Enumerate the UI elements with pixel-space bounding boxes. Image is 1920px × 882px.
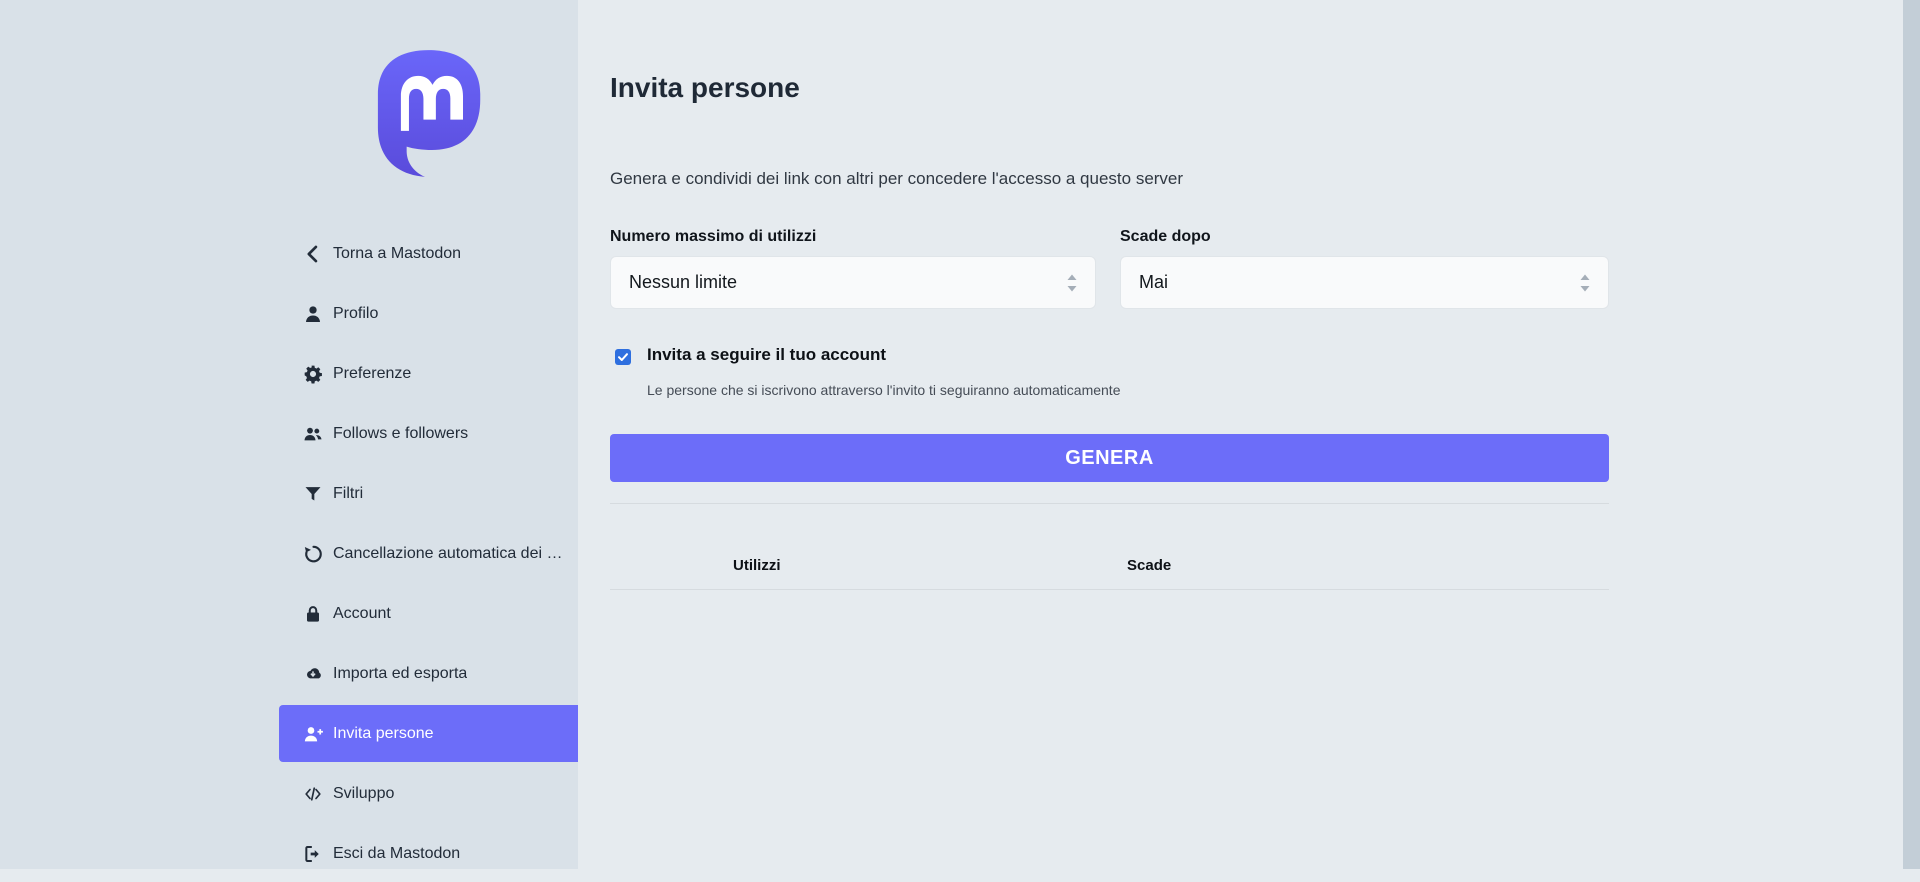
page-title: Invita persone — [610, 72, 800, 104]
sidebar-item-development[interactable]: Sviluppo — [279, 765, 578, 822]
check-icon — [617, 351, 629, 363]
mastodon-logo[interactable] — [371, 49, 486, 178]
sidebar-item-follows-followers[interactable]: Follows e followers — [279, 405, 578, 462]
sidebar-item-label: Importa ed esporta — [333, 665, 467, 683]
expires-after-selected-value: Mai — [1139, 272, 1168, 293]
sidebar-item-profile[interactable]: Profilo — [279, 285, 578, 342]
sidebar-item-label: Cancellazione automatica dei … — [333, 545, 562, 563]
sidebar-item-label: Follows e followers — [333, 425, 468, 443]
cloud-download-icon — [303, 664, 323, 684]
sidebar-item-label: Profilo — [333, 305, 378, 323]
history-icon — [303, 544, 323, 564]
sidebar-item-label: Esci da Mastodon — [333, 845, 460, 863]
settings-sidebar: Torna a Mastodon Profilo Preferenze Foll… — [0, 0, 578, 869]
lock-icon — [303, 604, 323, 624]
select-spinner-icon — [1578, 272, 1592, 294]
filter-icon — [303, 484, 323, 504]
sidebar-item-label: Filtri — [333, 485, 363, 503]
table-top-divider — [610, 503, 1609, 504]
sidebar-item-label: Invita persone — [333, 725, 434, 743]
gear-icon — [303, 364, 323, 384]
sidebar-item-logout[interactable]: Esci da Mastodon — [279, 825, 578, 882]
autofollow-checkbox[interactable] — [615, 349, 631, 365]
sidebar-item-import-export[interactable]: Importa ed esporta — [279, 645, 578, 702]
user-plus-icon — [303, 724, 323, 744]
sidebar-item-filters[interactable]: Filtri — [279, 465, 578, 522]
max-uses-selected-value: Nessun limite — [629, 272, 737, 293]
sidebar-item-account[interactable]: Account — [279, 585, 578, 642]
page-scrollbar[interactable] — [1903, 0, 1920, 869]
expires-after-select[interactable]: Mai — [1120, 256, 1609, 309]
sidebar-item-back-to-mastodon[interactable]: Torna a Mastodon — [279, 225, 578, 282]
sign-out-icon — [303, 844, 323, 864]
sidebar-item-label: Account — [333, 605, 391, 623]
user-icon — [303, 304, 323, 324]
sidebar-item-label: Preferenze — [333, 365, 411, 383]
sidebar-item-preferences[interactable]: Preferenze — [279, 345, 578, 402]
max-uses-select[interactable]: Nessun limite — [610, 256, 1096, 309]
select-spinner-icon — [1065, 272, 1079, 294]
expires-after-label: Scade dopo — [1120, 228, 1211, 246]
invite-people-page: Invita persone Genera e condividi dei li… — [610, 0, 1609, 869]
page-description: Genera e condividi dei link con altri pe… — [610, 167, 1183, 191]
generate-button[interactable]: GENERA — [610, 434, 1609, 482]
settings-nav: Torna a Mastodon Profilo Preferenze Foll… — [279, 225, 578, 882]
chevron-left-icon — [303, 244, 323, 264]
max-uses-label: Numero massimo di utilizzi — [610, 228, 816, 246]
sidebar-item-label: Torna a Mastodon — [333, 245, 461, 263]
sidebar-item-invite-people[interactable]: Invita persone — [279, 705, 578, 762]
table-header-expires: Scade — [1127, 557, 1171, 574]
autofollow-hint: Le persone che si iscrivono attraverso l… — [647, 382, 1120, 398]
table-header-divider — [610, 589, 1609, 590]
code-icon — [303, 784, 323, 804]
sidebar-item-automated-deletion[interactable]: Cancellazione automatica dei … — [279, 525, 578, 582]
users-icon — [303, 424, 323, 444]
table-header-uses: Utilizzi — [733, 557, 781, 574]
autofollow-label[interactable]: Invita a seguire il tuo account — [647, 345, 886, 365]
sidebar-item-label: Sviluppo — [333, 785, 394, 803]
